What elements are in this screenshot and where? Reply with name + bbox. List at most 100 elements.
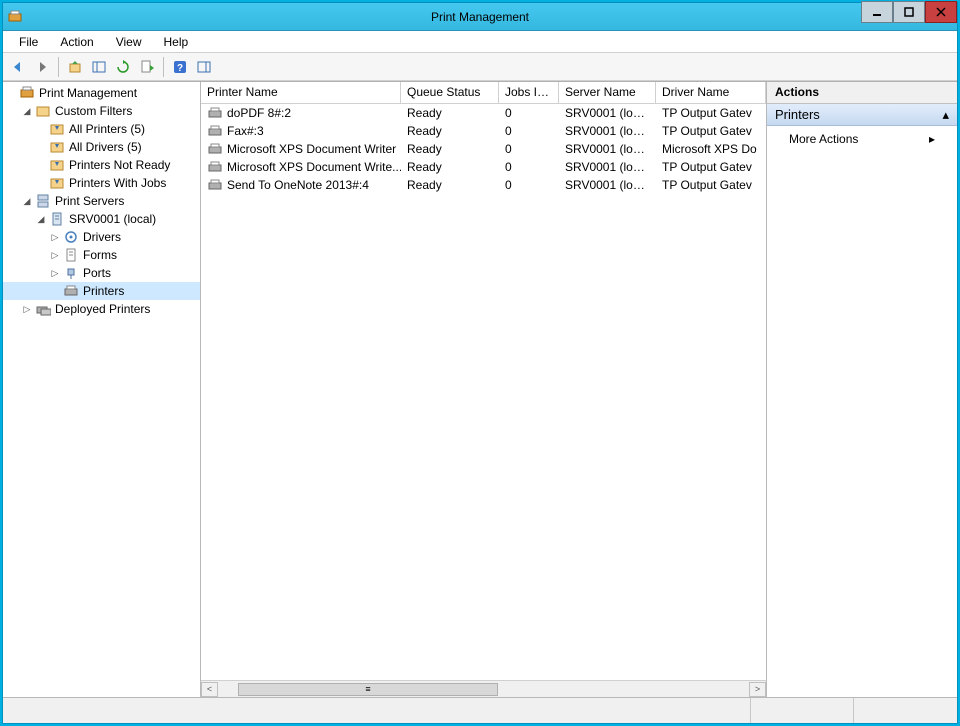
table-row[interactable]: Fax#:3Ready0SRV0001 (local)TP Output Gat… <box>201 122 766 140</box>
toolbar: ? <box>3 53 957 81</box>
actions-more-actions[interactable]: More Actions ▸ <box>767 126 957 152</box>
tree-label: Ports <box>83 266 111 280</box>
content-area: Print Management ◢ Custom Filters All Pr… <box>3 81 957 697</box>
tree-print-servers[interactable]: ◢ Print Servers <box>3 192 200 210</box>
expand-icon[interactable]: ▷ <box>21 303 33 315</box>
tree-label: Print Management <box>39 86 137 100</box>
col-printer-name[interactable]: Printer Name <box>201 82 401 103</box>
tree-printers[interactable]: Printers <box>3 282 200 300</box>
up-button[interactable] <box>64 56 86 78</box>
cell-server: SRV0001 (local) <box>559 106 656 120</box>
collapse-icon: ▴ <box>942 107 949 123</box>
expand-icon[interactable]: ▷ <box>49 231 61 243</box>
tree-label: Forms <box>83 248 117 262</box>
help-button[interactable]: ? <box>169 56 191 78</box>
expand-icon[interactable]: ▷ <box>49 249 61 261</box>
collapse-icon[interactable]: ◢ <box>35 213 47 225</box>
list-body[interactable]: doPDF 8#:2Ready0SRV0001 (local)TP Output… <box>201 104 766 680</box>
cell-driver: TP Output Gatev <box>656 160 766 174</box>
tree-printers-with-jobs[interactable]: Printers With Jobs <box>3 174 200 192</box>
cell-queue: Ready <box>401 124 499 138</box>
tree-ports[interactable]: ▷ Ports <box>3 264 200 282</box>
expand-icon[interactable]: ▷ <box>49 267 61 279</box>
filter-icon <box>49 121 65 137</box>
actions-category[interactable]: Printers ▴ <box>767 104 957 126</box>
tree-deployed-printers[interactable]: ▷ Deployed Printers <box>3 300 200 318</box>
spacer-icon <box>5 87 17 99</box>
refresh-button[interactable] <box>112 56 134 78</box>
cell-queue: Ready <box>401 160 499 174</box>
maximize-button[interactable] <box>893 1 925 23</box>
cell-queue: Ready <box>401 142 499 156</box>
tree-label: Printers Not Ready <box>69 158 170 172</box>
cell-printer-name: Microsoft XPS Document Writer <box>201 141 401 157</box>
window-controls <box>861 1 957 23</box>
tree-root[interactable]: Print Management <box>3 84 200 102</box>
svg-text:?: ? <box>177 63 183 74</box>
cell-printer-name: Microsoft XPS Document Write... <box>201 159 401 175</box>
cell-printer-name: Fax#:3 <box>201 123 401 139</box>
col-driver[interactable]: Driver Name <box>656 82 766 103</box>
printer-icon <box>63 283 79 299</box>
tree-label: Print Servers <box>55 194 124 208</box>
scroll-thumb[interactable]: ≡ <box>238 683 498 696</box>
toolbar-separator <box>58 57 59 77</box>
close-button[interactable] <box>925 1 957 23</box>
tree-all-drivers[interactable]: All Drivers (5) <box>3 138 200 156</box>
menu-view[interactable]: View <box>106 33 152 51</box>
server-group-icon <box>35 193 51 209</box>
window-title: Print Management <box>431 10 529 24</box>
tree-all-printers[interactable]: All Printers (5) <box>3 120 200 138</box>
tree-label: Deployed Printers <box>55 302 150 316</box>
menu-action[interactable]: Action <box>50 33 103 51</box>
deployed-printers-icon <box>35 301 51 317</box>
scroll-left-button[interactable]: < <box>201 682 218 697</box>
col-queue-status[interactable]: Queue Status <box>401 82 499 103</box>
scroll-track[interactable]: ≡ <box>218 682 749 697</box>
cell-driver: TP Output Gatev <box>656 124 766 138</box>
table-row[interactable]: Microsoft XPS Document Write...Ready0SRV… <box>201 158 766 176</box>
table-row[interactable]: doPDF 8#:2Ready0SRV0001 (local)TP Output… <box>201 104 766 122</box>
filter-icon <box>49 139 65 155</box>
tree-forms[interactable]: ▷ Forms <box>3 246 200 264</box>
export-list-button[interactable] <box>136 56 158 78</box>
main-window: Print Management File Action View Help ? <box>2 2 958 724</box>
actions-category-label: Printers <box>775 107 820 122</box>
collapse-icon[interactable]: ◢ <box>21 195 33 207</box>
list-column-headers: Printer Name Queue Status Jobs In ... Se… <box>201 82 766 104</box>
col-jobs[interactable]: Jobs In ... <box>499 82 559 103</box>
collapse-icon[interactable]: ◢ <box>21 105 33 117</box>
menu-help[interactable]: Help <box>154 33 199 51</box>
table-row[interactable]: Microsoft XPS Document WriterReady0SRV00… <box>201 140 766 158</box>
tree-label: Custom Filters <box>55 104 132 118</box>
cell-server: SRV0001 (local) <box>559 124 656 138</box>
tree-server[interactable]: ◢ SRV0001 (local) <box>3 210 200 228</box>
show-hide-tree-button[interactable] <box>88 56 110 78</box>
scroll-right-button[interactable]: > <box>749 682 766 697</box>
cell-jobs: 0 <box>499 142 559 156</box>
table-row[interactable]: Send To OneNote 2013#:4Ready0SRV0001 (lo… <box>201 176 766 194</box>
printer-icon <box>207 105 223 121</box>
col-server[interactable]: Server Name <box>559 82 656 103</box>
cell-jobs: 0 <box>499 160 559 174</box>
tree-label: Printers With Jobs <box>69 176 166 190</box>
show-hide-actions-button[interactable] <box>193 56 215 78</box>
nav-forward-button[interactable] <box>31 56 53 78</box>
menu-file[interactable]: File <box>9 33 48 51</box>
scope-tree[interactable]: Print Management ◢ Custom Filters All Pr… <box>3 82 201 697</box>
cell-driver: TP Output Gatev <box>656 178 766 192</box>
nav-back-button[interactable] <box>7 56 29 78</box>
filter-icon <box>49 175 65 191</box>
tree-label: All Printers (5) <box>69 122 145 136</box>
cell-printer-name: Send To OneNote 2013#:4 <box>201 177 401 193</box>
tree-label: SRV0001 (local) <box>69 212 156 226</box>
minimize-button[interactable] <box>861 1 893 23</box>
printer-list: Printer Name Queue Status Jobs In ... Se… <box>201 82 767 697</box>
actions-pane: Actions Printers ▴ More Actions ▸ <box>767 82 957 697</box>
filter-folder-icon <box>35 103 51 119</box>
horizontal-scrollbar[interactable]: < ≡ > <box>201 680 766 697</box>
tree-drivers[interactable]: ▷ Drivers <box>3 228 200 246</box>
tree-printers-not-ready[interactable]: Printers Not Ready <box>3 156 200 174</box>
cell-driver: TP Output Gatev <box>656 106 766 120</box>
tree-custom-filters[interactable]: ◢ Custom Filters <box>3 102 200 120</box>
